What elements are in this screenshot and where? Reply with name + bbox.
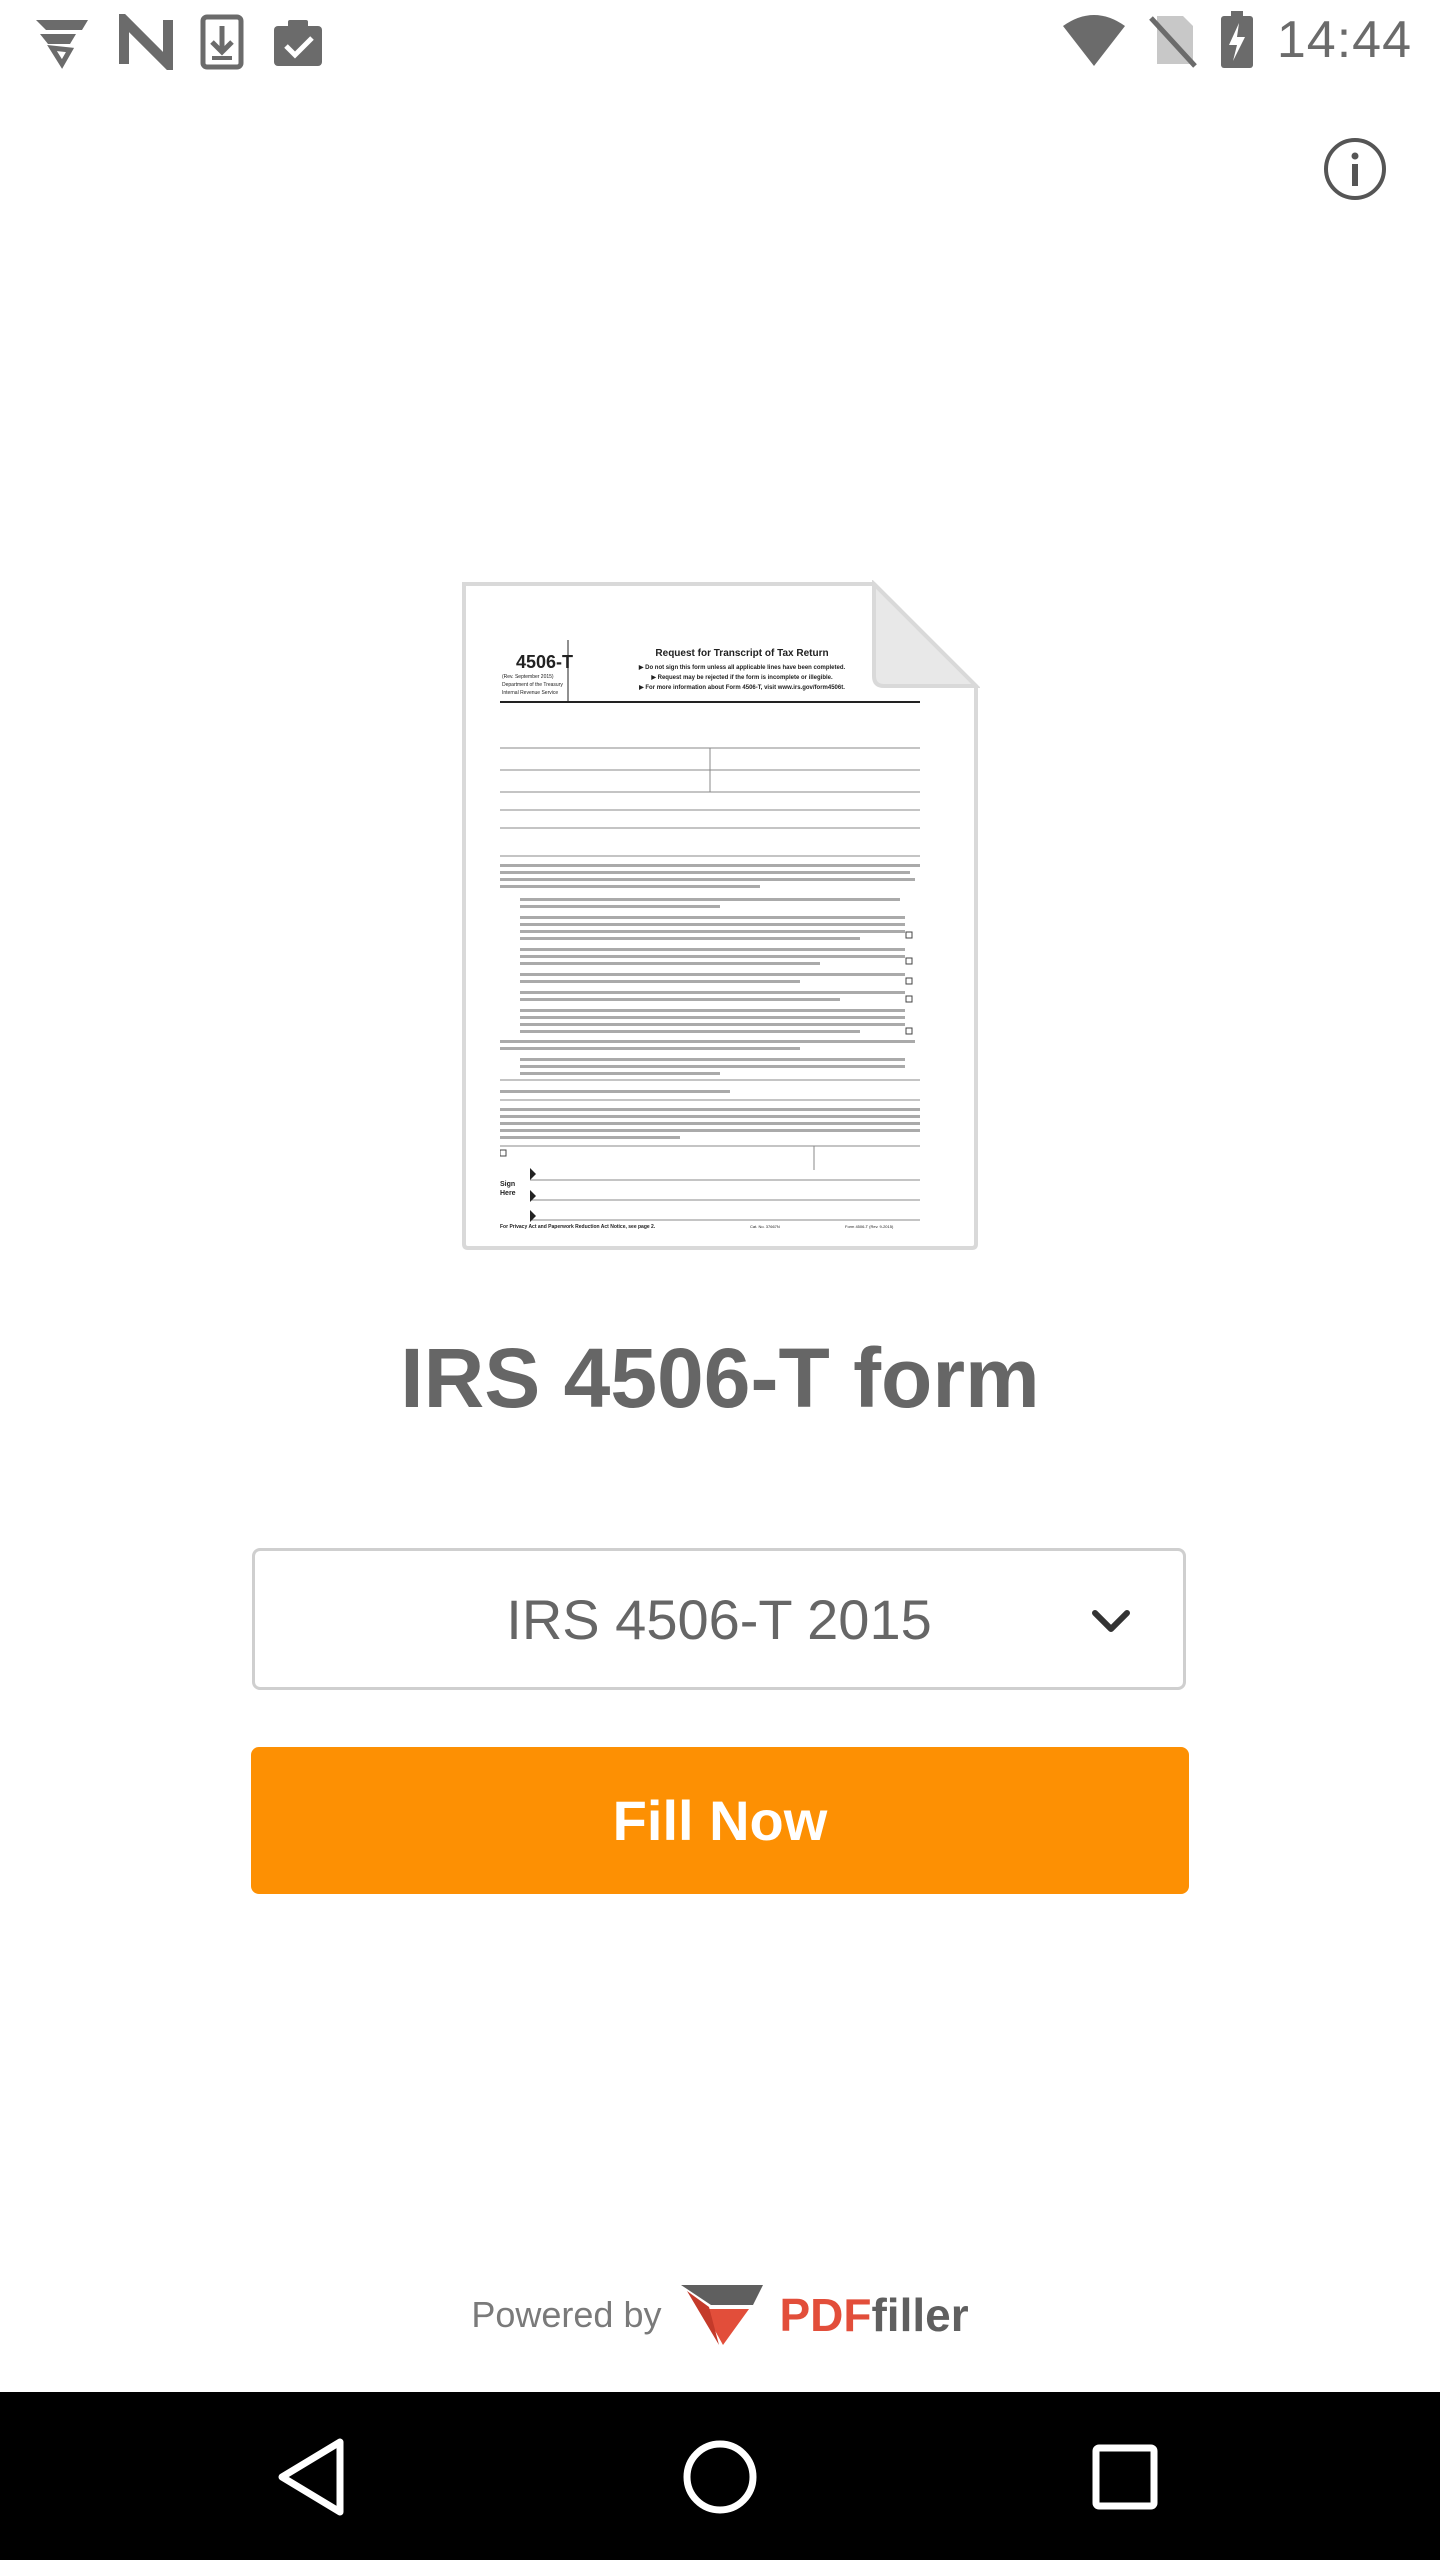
form-footer-right: Form 4506-T (Rev. 9-2015): [845, 1224, 894, 1229]
page-title: IRS 4506-T form: [400, 1331, 1040, 1425]
chevron-down-icon: [1092, 1610, 1130, 1632]
battery-charging-icon: [1220, 11, 1253, 68]
powered-by-text: Powered by: [471, 2294, 662, 2335]
info-icon[interactable]: [1322, 136, 1388, 202]
recents-icon[interactable]: [1080, 2432, 1170, 2522]
form-dept: Department of the Treasury: [502, 682, 563, 688]
form-rev: (Rev. September 2015): [502, 674, 554, 680]
form-footer-mid: Cat. No. 37667N: [750, 1224, 780, 1229]
pdffiller-logo-icon: [681, 2285, 764, 2345]
form-line-1: ▶ Do not sign this form unless all appli…: [638, 665, 846, 671]
brand-pdf-text: PDF: [779, 2289, 872, 2341]
powered-by: Powered by PDF filler: [0, 2280, 1440, 2350]
status-clock: 14:44: [1276, 11, 1412, 69]
brand-filler-text: filler: [871, 2289, 969, 2341]
home-icon[interactable]: [675, 2432, 765, 2522]
back-icon[interactable]: [270, 2432, 360, 2522]
no-sim-icon: [1149, 16, 1197, 68]
status-right-icons: 14:44: [1061, 10, 1412, 70]
form-title: Request for Transcript of Tax Return: [655, 648, 829, 659]
version-select[interactable]: IRS 4506-T 2015: [252, 1548, 1186, 1690]
download-icon: [200, 14, 244, 70]
n-icon: [119, 14, 173, 70]
form-lines-graphic: [500, 640, 920, 1222]
fill-now-button[interactable]: Fill Now: [251, 1747, 1189, 1894]
form-irs: Internal Revenue Service: [502, 690, 559, 696]
clipboard-check-icon: [274, 20, 322, 66]
version-select-value: IRS 4506-T 2015: [506, 1587, 932, 1651]
navigation-bar: [0, 2392, 1440, 2560]
status-left-icons: [32, 14, 326, 70]
wifi-icon: [1062, 15, 1125, 66]
status-bar: 14:44: [0, 0, 1440, 84]
signal-app-icon: [36, 20, 88, 69]
form-number: 4506-T: [516, 652, 574, 672]
pdffiller-logo[interactable]: PDF filler: [679, 2283, 969, 2347]
document-thumbnail[interactable]: 4506-T (Rev. September 2015) Department …: [460, 580, 980, 1252]
form-line-2: ▶ Request may be rejected if the form is…: [651, 675, 833, 681]
form-preview: 4506-T (Rev. September 2015) Department …: [500, 640, 920, 1230]
form-sign-label: Sign Here: [500, 1181, 516, 1197]
form-line-3: ▶ For more information about Form 4506-T…: [639, 685, 845, 691]
form-footer-left: For Privacy Act and Paperwork Reduction …: [500, 1224, 656, 1230]
